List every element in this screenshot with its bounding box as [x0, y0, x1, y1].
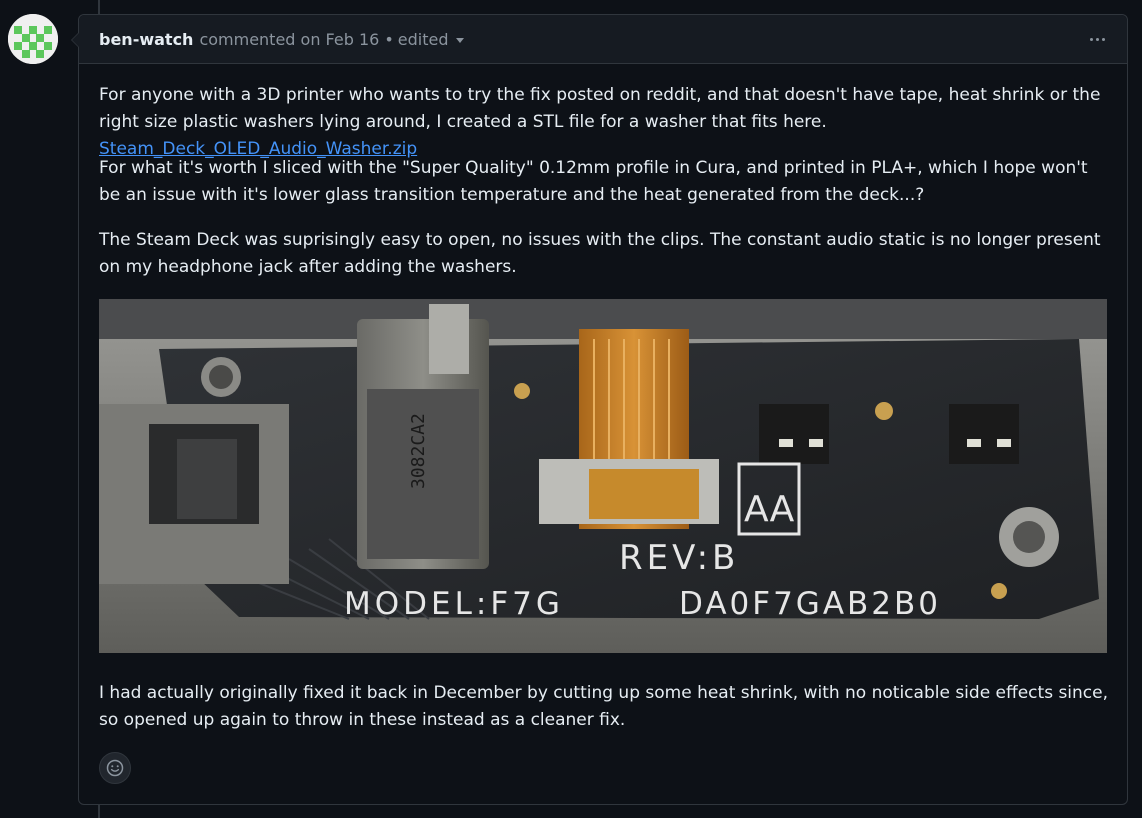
comment-box: ben-watch commented on Feb 16 • edited F…: [71, 14, 1128, 805]
board-label-aa: AA: [744, 489, 795, 530]
attached-photo[interactable]: 3082CA2 AA REV:B MODEL:F7G DA0F7GAB2B0: [99, 299, 1107, 653]
comment-header: ben-watch commented on Feb 16 • edited: [79, 15, 1127, 64]
edited-label: edited: [397, 29, 449, 49]
comment-timestamp[interactable]: commented on Feb 16: [199, 30, 379, 49]
chip-label: 3082CA2: [408, 413, 429, 489]
identicon: [8, 14, 58, 64]
paragraph-2: For what it's worth I sliced with the "S…: [99, 158, 1088, 205]
paragraph-1-text: For anyone with a 3D printer who wants t…: [99, 85, 1101, 132]
circuit-board-image: 3082CA2 AA REV:B MODEL:F7G DA0F7GAB2B0: [99, 299, 1107, 653]
paragraph-3: The Steam Deck was suprisingly easy to o…: [99, 230, 1101, 277]
add-reaction-button[interactable]: [99, 752, 131, 784]
edited-dropdown[interactable]: edited: [398, 30, 465, 49]
paragraph-1: For anyone with a 3D printer who wants t…: [99, 82, 1109, 163]
separator: •: [384, 29, 394, 49]
comment-pointer-fill: [72, 32, 80, 48]
avatar[interactable]: [8, 14, 58, 64]
paragraph-4: I had actually originally fixed it back …: [99, 683, 1109, 730]
kebab-horizontal-icon[interactable]: [1088, 32, 1107, 47]
smiley-icon: [106, 759, 124, 777]
board-label-rev: REV:B: [619, 538, 739, 578]
board-label-part: DA0F7GAB2B0: [679, 586, 941, 622]
triangle-down-icon: [456, 38, 465, 43]
author-link[interactable]: ben-watch: [99, 30, 193, 49]
board-label-model: MODEL:F7G: [344, 586, 564, 622]
